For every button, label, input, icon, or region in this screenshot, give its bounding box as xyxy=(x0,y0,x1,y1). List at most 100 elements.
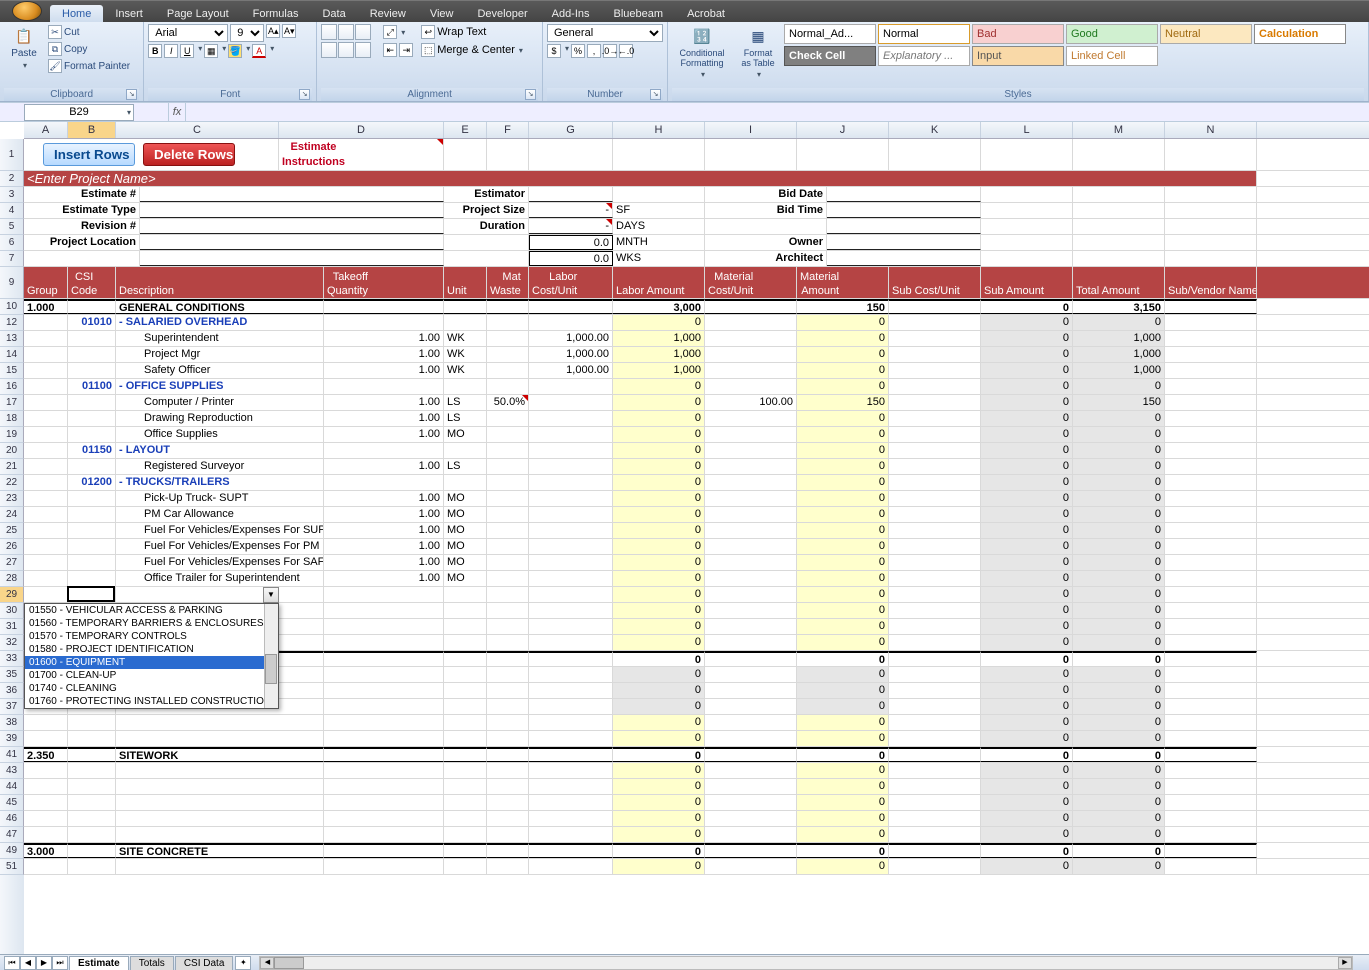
style-cell[interactable]: Calculation xyxy=(1254,24,1346,44)
style-cell[interactable]: Normal_Ad... xyxy=(784,24,876,44)
inc-decimal-icon[interactable]: .0→ xyxy=(603,44,617,58)
style-cell[interactable]: Input xyxy=(972,46,1064,66)
fill-color-button[interactable]: 🪣 xyxy=(228,44,242,58)
dec-decimal-icon[interactable]: ←.0 xyxy=(619,44,633,58)
underline-button[interactable]: U xyxy=(180,44,194,58)
insert-rows-button[interactable]: Insert Rows xyxy=(43,143,135,166)
wrap-text-button[interactable]: Wrap Text xyxy=(437,26,486,38)
cell-dropdown-list[interactable]: 01550 - VEHICULAR ACCESS & PARKING01560 … xyxy=(24,603,279,709)
col-header[interactable]: I xyxy=(705,122,797,138)
next-sheet-button[interactable]: ▶ xyxy=(36,956,52,970)
tab-bluebeam[interactable]: Bluebeam xyxy=(602,5,676,22)
align-top-icon[interactable] xyxy=(321,24,337,40)
dropdown-option[interactable]: 01570 - TEMPORARY CONTROLS xyxy=(25,630,278,643)
style-cell[interactable]: Check Cell xyxy=(784,46,876,66)
sheet-tab[interactable]: Estimate xyxy=(69,956,129,970)
fx-icon[interactable]: fx xyxy=(168,103,186,121)
dropdown-option[interactable]: 01550 - VEHICULAR ACCESS & PARKING xyxy=(25,604,278,617)
shrink-font-icon[interactable]: A▾ xyxy=(282,24,296,38)
col-header[interactable]: G xyxy=(529,122,613,138)
tab-data[interactable]: Data xyxy=(310,5,357,22)
col-header[interactable]: E xyxy=(444,122,487,138)
align-left-icon[interactable] xyxy=(321,42,337,58)
dropdown-option[interactable]: 01600 - EQUIPMENT xyxy=(25,656,278,669)
dialog-launcher-icon[interactable]: ↘ xyxy=(650,89,661,100)
style-cell[interactable]: Bad xyxy=(972,24,1064,44)
row-headers[interactable]: 1234567910121314151617181920212223242526… xyxy=(0,139,24,954)
grow-font-icon[interactable]: A▴ xyxy=(266,24,280,38)
office-button[interactable] xyxy=(12,1,42,21)
align-right-icon[interactable] xyxy=(355,42,371,58)
tab-developer[interactable]: Developer xyxy=(465,5,539,22)
style-cell[interactable]: Good xyxy=(1066,24,1158,44)
scroll-left-icon[interactable]: ◀ xyxy=(260,957,274,969)
new-sheet-button[interactable]: ✦ xyxy=(235,956,251,970)
last-sheet-button[interactable]: ⏭ xyxy=(52,956,68,970)
scroll-right-icon[interactable]: ▶ xyxy=(1338,957,1352,969)
orientation-icon[interactable]: ⤢ xyxy=(383,25,397,39)
dropdown-option[interactable]: 01580 - PROJECT IDENTIFICATION xyxy=(25,643,278,656)
font-color-button[interactable]: A xyxy=(252,44,266,58)
align-bottom-icon[interactable] xyxy=(355,24,371,40)
first-sheet-button[interactable]: ⏮ xyxy=(4,956,20,970)
tab-home[interactable]: Home xyxy=(50,5,103,22)
sheet-tab[interactable]: Totals xyxy=(130,956,174,970)
tab-page-layout[interactable]: Page Layout xyxy=(155,5,241,22)
dropdown-option[interactable]: 01740 - CLEANING xyxy=(25,682,278,695)
name-box[interactable]: B29▾ xyxy=(24,104,134,121)
format-as-table-button[interactable]: ▦ Format as Table▾ xyxy=(734,24,782,81)
cell-styles-gallery[interactable]: Normal_Ad...NormalBadGoodNeutralCalculat… xyxy=(784,24,1364,66)
dropdown-option[interactable]: 01760 - PROTECTING INSTALLED CONSTRUCTIO… xyxy=(25,695,278,708)
col-header[interactable]: J xyxy=(797,122,889,138)
style-cell[interactable]: Explanatory ... xyxy=(878,46,970,66)
col-header[interactable]: B xyxy=(68,122,116,138)
active-cell[interactable] xyxy=(67,586,115,602)
align-middle-icon[interactable] xyxy=(338,24,354,40)
col-header[interactable]: A xyxy=(24,122,68,138)
indent-inc-icon[interactable]: ⇥ xyxy=(399,43,413,57)
col-header[interactable]: K xyxy=(889,122,981,138)
number-format-select[interactable]: General xyxy=(547,24,663,42)
dialog-launcher-icon[interactable]: ↘ xyxy=(525,89,536,100)
sheet-tab[interactable]: CSI Data xyxy=(175,956,234,970)
paste-button[interactable]: 📋 Paste▾ xyxy=(4,24,44,72)
cut-button[interactable]: ✂Cut xyxy=(46,24,132,40)
currency-icon[interactable]: $ xyxy=(547,44,561,58)
col-header[interactable]: L xyxy=(981,122,1073,138)
worksheet[interactable]: ABCDEFGHIJKLMN 1234567910121314151617181… xyxy=(0,122,1369,954)
dropdown-option[interactable]: 01700 - CLEAN-UP xyxy=(25,669,278,682)
tab-insert[interactable]: Insert xyxy=(103,5,155,22)
prev-sheet-button[interactable]: ◀ xyxy=(20,956,36,970)
style-cell[interactable]: Linked Cell xyxy=(1066,46,1158,66)
col-header[interactable]: C xyxy=(116,122,279,138)
tab-add-ins[interactable]: Add-Ins xyxy=(540,5,602,22)
bold-button[interactable]: B xyxy=(148,44,162,58)
grid-cells[interactable]: Insert RowsDelete RowsEstimateInstructio… xyxy=(24,139,1369,954)
tab-acrobat[interactable]: Acrobat xyxy=(675,5,737,22)
style-cell[interactable]: Normal xyxy=(878,24,970,44)
cell-dropdown-button[interactable]: ▼ xyxy=(263,587,279,603)
horizontal-scrollbar[interactable]: ◀ ▶ xyxy=(259,956,1353,970)
tab-review[interactable]: Review xyxy=(358,5,418,22)
column-headers[interactable]: ABCDEFGHIJKLMN xyxy=(24,122,1369,139)
format-painter-button[interactable]: 🖌Format Painter xyxy=(46,58,132,74)
col-header[interactable]: N xyxy=(1165,122,1257,138)
align-center-icon[interactable] xyxy=(338,42,354,58)
dropdown-option[interactable]: 01560 - TEMPORARY BARRIERS & ENCLOSURES xyxy=(25,617,278,630)
style-cell[interactable]: Neutral xyxy=(1160,24,1252,44)
col-header[interactable]: D xyxy=(279,122,444,138)
tab-view[interactable]: View xyxy=(418,5,466,22)
col-header[interactable]: F xyxy=(487,122,529,138)
dialog-launcher-icon[interactable]: ↘ xyxy=(126,89,137,100)
scroll-thumb[interactable] xyxy=(274,957,304,969)
conditional-formatting-button[interactable]: 🔢 Conditional Formatting▾ xyxy=(672,24,732,81)
delete-rows-button[interactable]: Delete Rows xyxy=(143,143,235,166)
copy-button[interactable]: ⧉Copy xyxy=(46,41,132,57)
font-size-select[interactable]: 9 xyxy=(230,24,264,42)
tab-formulas[interactable]: Formulas xyxy=(241,5,311,22)
merge-center-button[interactable]: Merge & Center xyxy=(437,44,515,56)
comma-icon[interactable]: , xyxy=(587,44,601,58)
dialog-launcher-icon[interactable]: ↘ xyxy=(299,89,310,100)
col-header[interactable]: M xyxy=(1073,122,1165,138)
border-button[interactable]: ▦ xyxy=(204,44,218,58)
